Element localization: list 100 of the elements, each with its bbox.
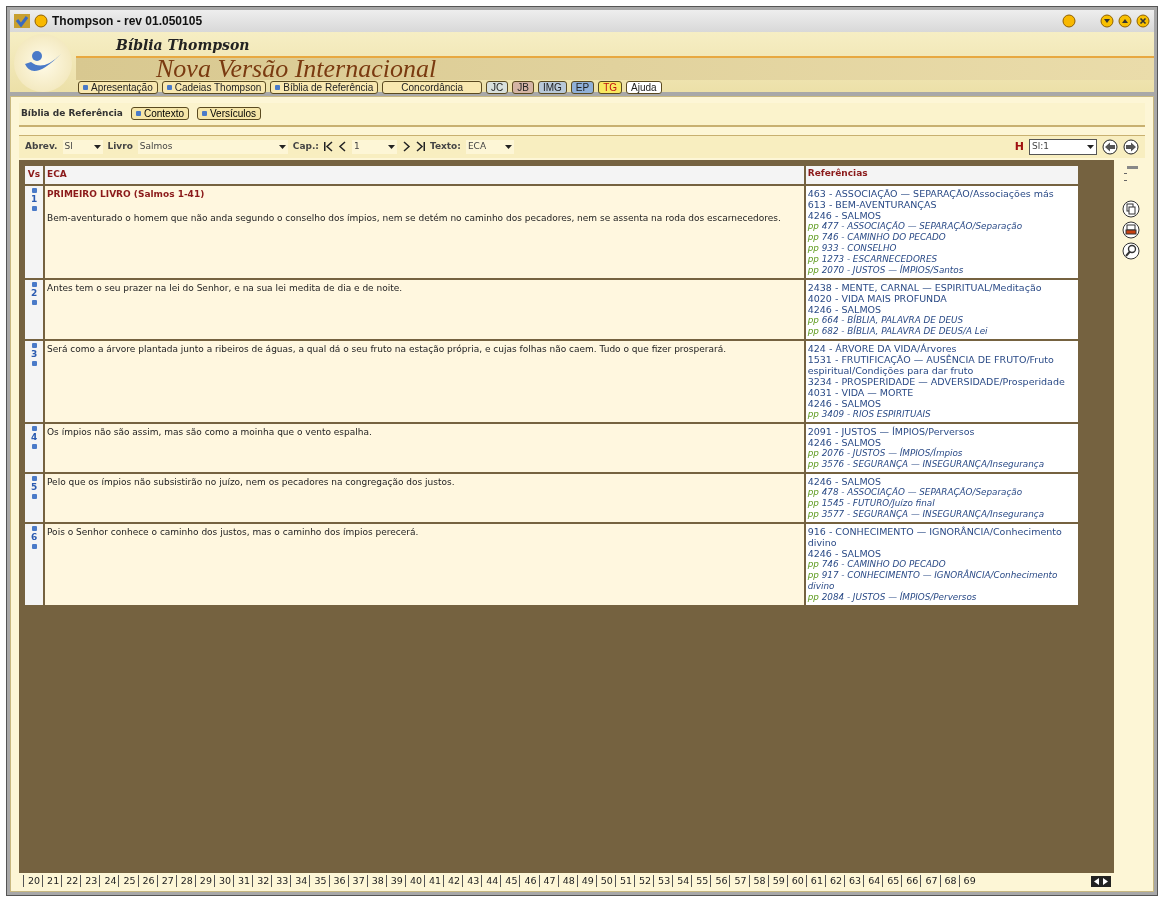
nav-button[interactable]: TG <box>598 81 623 94</box>
reference-link[interactable]: 4246 - SALMOS <box>807 209 1076 221</box>
reference-link[interactable]: pp 664 - BÍBLIA, PALAVRA DE DEUS <box>807 314 1076 326</box>
chapter-tab[interactable]: 27 <box>156 875 176 887</box>
reference-link[interactable]: 4246 - SALMOS <box>807 436 1076 448</box>
chapter-tab[interactable]: 36 <box>328 875 348 887</box>
abbreviation-select[interactable]: Sl <box>62 140 103 154</box>
reference-link[interactable]: pp 1545 - FUTURO/Juízo final <box>807 497 1076 509</box>
nav-button[interactable]: JC <box>486 81 509 94</box>
nav-button[interactable]: Ajuda <box>626 81 662 94</box>
nav-button[interactable]: Cadeias Thompson <box>161 81 267 94</box>
chapter-tab[interactable]: 50 <box>595 875 615 887</box>
chapter-tab[interactable]: 52 <box>634 875 654 887</box>
chapter-tab[interactable]: 26 <box>137 875 157 887</box>
nav-button[interactable]: JB <box>512 81 534 94</box>
reference-link[interactable]: pp 3409 - RIOS ESPIRITUAIS <box>807 408 1076 420</box>
reference-link[interactable]: pp 478 - ASSOCIAÇÃO — SEPARAÇÃO/Separação <box>807 486 1076 498</box>
maximize-icon[interactable] <box>1118 14 1132 28</box>
version-select[interactable]: ECA <box>465 140 514 154</box>
reference-link[interactable]: 1531 - FRUTIFICAÇÃO — AUSÊNCIA DE FRUTO/Fruto espiritual/Condições para dar fruto <box>807 353 1076 376</box>
reference-link[interactable]: 463 - ASSOCIAÇÃO — SEPARAÇÃO/Associações más <box>807 187 1076 199</box>
nav-button[interactable]: Concordância <box>382 81 483 94</box>
minimize-icon[interactable] <box>1100 14 1114 28</box>
verse-number[interactable]: 5 <box>30 480 38 494</box>
reference-link[interactable]: pp 682 - BÍBLIA, PALAVRA DE DEUS/A Lei <box>807 325 1076 337</box>
chapter-tab[interactable]: 48 <box>557 875 577 887</box>
chapter-tab[interactable]: 25 <box>118 875 138 887</box>
chapter-tab[interactable]: 46 <box>519 875 539 887</box>
verse-number[interactable]: 3 <box>30 347 38 361</box>
chapter-tab[interactable]: 57 <box>729 875 749 887</box>
chapter-tab[interactable]: 65 <box>882 875 902 887</box>
chapter-tab[interactable]: 68 <box>939 875 959 887</box>
reference-link[interactable]: 424 - ÁRVORE DA VIDA/Árvores <box>807 342 1076 354</box>
section-button[interactable]: Contexto <box>130 107 189 121</box>
nav-button[interactable]: EP <box>570 81 595 94</box>
chapter-tab[interactable]: 21 <box>42 875 62 887</box>
chapter-tab[interactable]: 28 <box>175 875 195 887</box>
chapter-select[interactable]: 1 <box>351 140 397 154</box>
book-select[interactable]: Salmos <box>137 140 288 154</box>
reference-select[interactable]: Sl:1 <box>1029 139 1097 155</box>
chapter-tab[interactable]: 38 <box>366 875 386 887</box>
chapter-tab[interactable]: 63 <box>844 875 864 887</box>
chapter-tab[interactable]: 60 <box>786 875 806 887</box>
reference-link[interactable]: 4020 - VIDA MAIS PROFUNDA <box>807 292 1076 304</box>
reference-link[interactable]: pp 1273 - ESCARNECEDORES <box>807 253 1076 265</box>
last-icon[interactable] <box>415 141 425 153</box>
chapter-tab[interactable]: 33 <box>271 875 291 887</box>
chapter-tab[interactable]: 64 <box>863 875 883 887</box>
verse-number[interactable]: 2 <box>30 286 38 300</box>
chapter-tab[interactable]: 41 <box>423 875 444 887</box>
chapter-tab[interactable]: 44 <box>481 875 501 887</box>
chapter-tab[interactable]: 47 <box>538 875 558 887</box>
reference-link[interactable]: 4246 - SALMOS <box>807 303 1076 315</box>
previous-icon[interactable] <box>337 141 347 153</box>
next-icon[interactable] <box>401 141 411 153</box>
reference-link[interactable]: pp 746 - CAMINHO DO PECADO <box>807 231 1076 243</box>
reference-link[interactable]: pp 2076 - JUSTOS — ÍMPIOS/Ímpios <box>807 447 1076 459</box>
chapter-tab[interactable]: 29 <box>194 875 214 887</box>
scroll-arrows-icon[interactable] <box>1091 876 1111 887</box>
chapter-tab[interactable]: 69 <box>958 875 978 887</box>
reference-link[interactable]: 3234 - PROSPERIDADE — ADVERSIDADE/Prosperidade <box>807 375 1076 387</box>
chapter-tab[interactable]: 58 <box>748 875 768 887</box>
verse-number[interactable]: 6 <box>30 530 38 544</box>
chapter-tab[interactable]: 30 <box>213 875 234 887</box>
chapter-tab[interactable]: 59 <box>767 875 787 887</box>
reference-link[interactable]: 4246 - SALMOS <box>807 475 1076 487</box>
chapter-tab[interactable]: 40 <box>404 875 424 887</box>
chapter-tab[interactable]: 32 <box>252 875 272 887</box>
chapter-tab[interactable]: 31 <box>233 875 253 887</box>
chapter-tab[interactable]: 49 <box>576 875 596 887</box>
section-button[interactable]: Versículos <box>197 107 262 121</box>
chapter-tab[interactable]: 35 <box>309 875 329 887</box>
chapter-tab[interactable]: 54 <box>672 875 692 887</box>
nav-button[interactable]: IMG <box>537 81 567 94</box>
chapter-tab[interactable]: 34 <box>290 875 310 887</box>
chapter-tab[interactable]: 20 <box>23 875 43 887</box>
forward-icon[interactable] <box>1123 138 1139 155</box>
nav-button[interactable]: Bíblia de Referência <box>270 81 379 94</box>
chapter-tab[interactable]: 45 <box>500 875 520 887</box>
reference-link[interactable]: pp 917 - CONHECIMENTO — IGNORÂNCIA/Conhecimento divino <box>807 569 1076 592</box>
reference-link[interactable]: pp 2070 - JUSTOS — ÍMPIOS/Santos <box>807 264 1076 276</box>
first-icon[interactable] <box>323 141 333 153</box>
verse-number[interactable]: 4 <box>30 430 38 444</box>
chapter-tab[interactable]: 24 <box>99 875 119 887</box>
chapter-tab[interactable]: 43 <box>462 875 482 887</box>
reference-link[interactable]: 4246 - SALMOS <box>807 547 1076 559</box>
reference-link[interactable]: pp 477 - ASSOCIAÇÃO — SEPARAÇÃO/Separação <box>807 220 1076 232</box>
reference-link[interactable]: pp 2084 - JUSTOS — ÍMPIOS/Perversos <box>807 591 1076 603</box>
search-icon[interactable] <box>1122 242 1140 260</box>
reference-link[interactable]: pp 746 - CAMINHO DO PECADO <box>807 558 1076 570</box>
chapter-tab[interactable]: 61 <box>805 875 825 887</box>
chapter-tab[interactable]: 56 <box>710 875 730 887</box>
reference-link[interactable]: 2091 - JUSTOS — ÍMPIOS/Perversos <box>807 425 1076 437</box>
copy-icon[interactable] <box>1122 200 1140 218</box>
reference-link[interactable]: 4246 - SALMOS <box>807 397 1076 409</box>
reference-link[interactable]: pp 3576 - SEGURANÇA — INSEGURANÇA/Insegurança <box>807 458 1076 470</box>
chapter-tab[interactable]: 22 <box>61 875 81 887</box>
reference-link[interactable]: 4031 - VIDA — MORTE <box>807 386 1076 398</box>
reference-link[interactable]: 2438 - MENTE, CARNAL — ESPIRITUAL/Meditação <box>807 281 1076 293</box>
reference-link[interactable]: pp 3577 - SEGURANÇA — INSEGURANÇA/Insegurança <box>807 508 1076 520</box>
